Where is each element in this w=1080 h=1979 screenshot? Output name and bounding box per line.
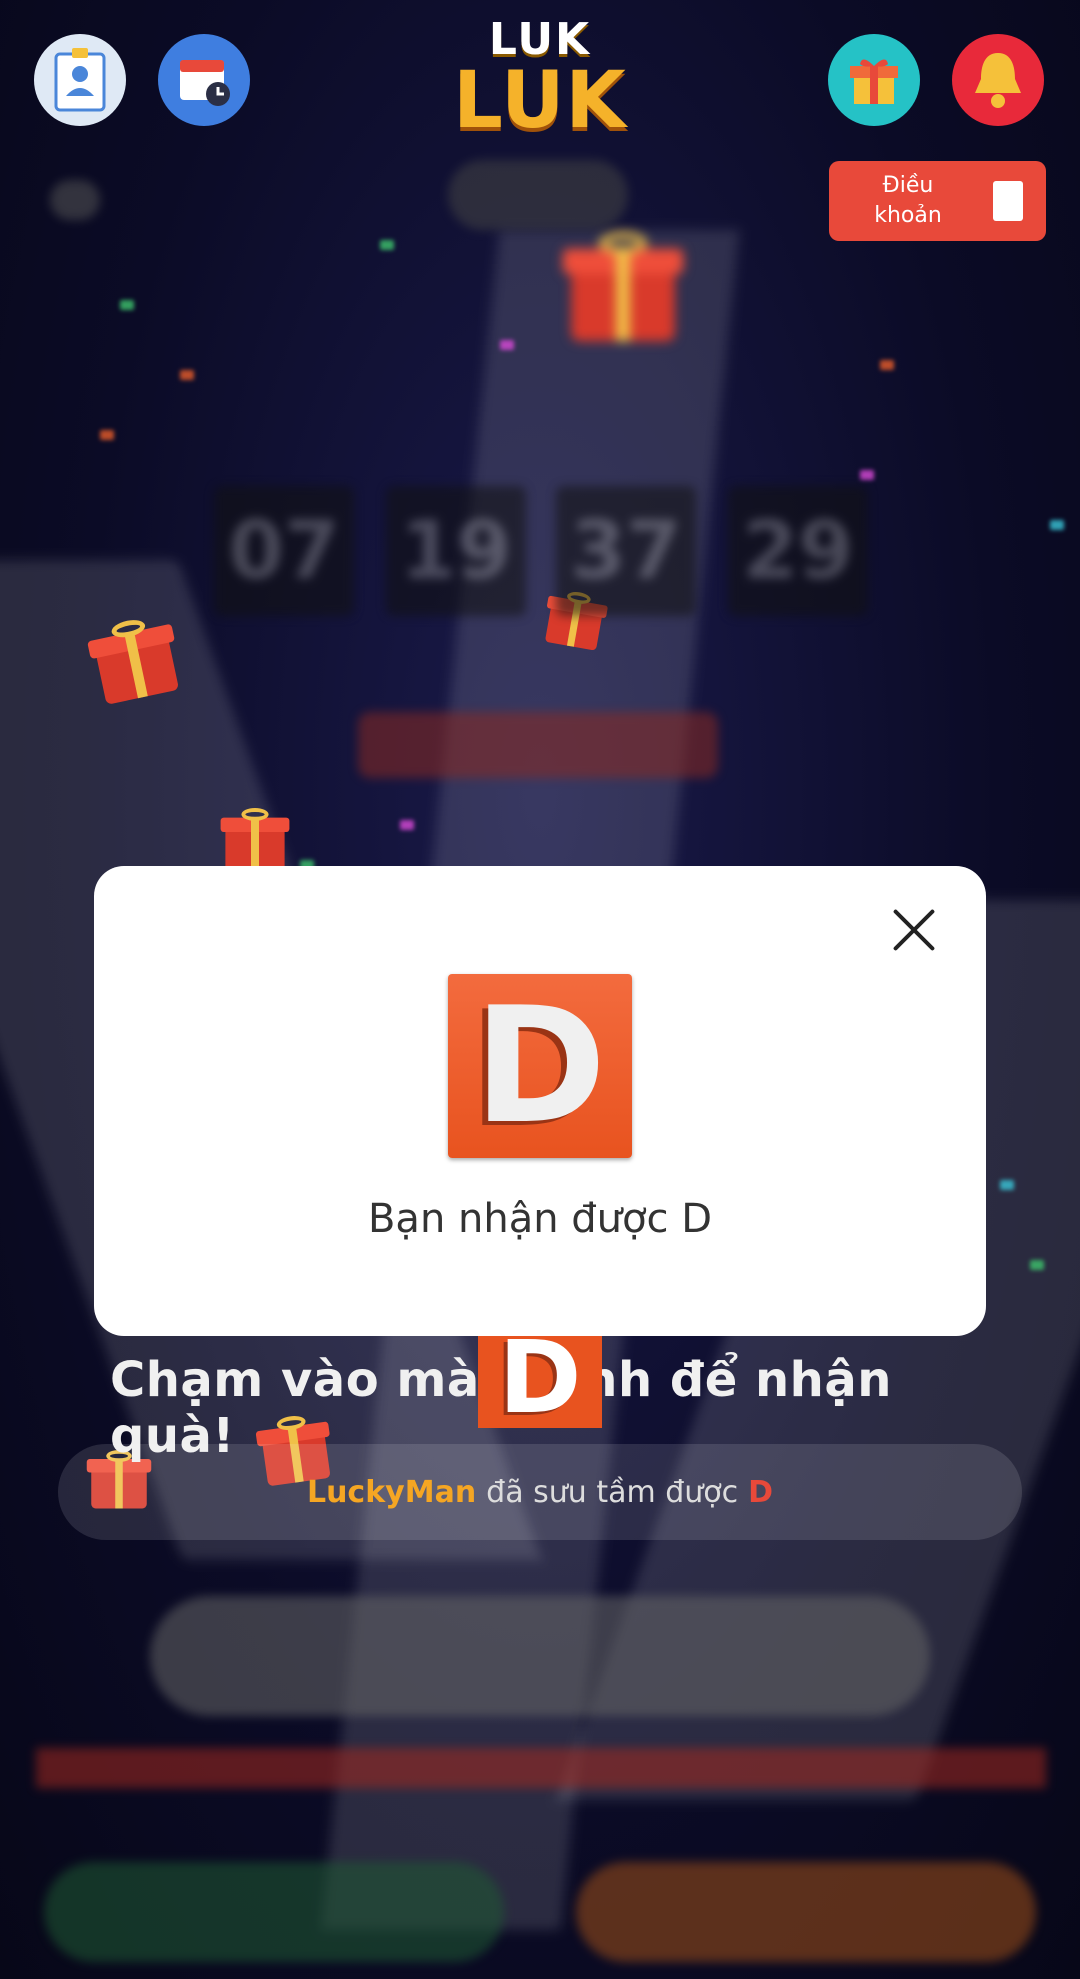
- reward-dialog: D Bạn nhận được D: [94, 866, 986, 1336]
- terms-label-line2: khoản: [874, 203, 942, 228]
- countdown-days: 07: [214, 486, 354, 616]
- reward-letter: D: [473, 972, 607, 1159]
- blurred-wide-button: [150, 1596, 930, 1716]
- back-arrow-icon: [50, 180, 100, 220]
- countdown-hours: 19: [386, 486, 526, 616]
- terms-button[interactable]: Điều khoản: [829, 161, 1046, 241]
- document-icon: [993, 181, 1023, 221]
- notification-button[interactable]: [952, 34, 1044, 126]
- countdown-seconds: 29: [728, 486, 868, 616]
- reward-message: Bạn nhận được D: [367, 1196, 713, 1242]
- profile-card-icon: [54, 48, 106, 112]
- gift-icon: [850, 59, 898, 104]
- profile-button[interactable]: [34, 34, 126, 126]
- ticker-letter: D: [748, 1474, 774, 1510]
- bell-icon: [975, 53, 1021, 108]
- blurred-pill-button: [358, 712, 718, 778]
- countdown-minutes: 37: [556, 486, 696, 616]
- gift-button[interactable]: [828, 34, 920, 126]
- terms-label: Điều khoản: [843, 171, 973, 231]
- blurred-red-bar: [36, 1748, 1046, 1788]
- collection-ticker: LuckyMan đã sưu tầm được D: [58, 1444, 1022, 1540]
- ticker-username: LuckyMan: [306, 1474, 477, 1510]
- app-logo: LUK LUK: [440, 18, 640, 146]
- calendar-clock-icon: [180, 60, 230, 106]
- ticker-message: đã sưu tầm được: [486, 1474, 739, 1510]
- collected-letter-tile: D: [478, 1328, 602, 1428]
- blurred-orange-button: [576, 1862, 1036, 1962]
- calendar-button[interactable]: [158, 34, 250, 126]
- terms-label-line1: Điều: [882, 173, 934, 198]
- lives-pill: [448, 160, 628, 230]
- reward-letter-tile: D: [448, 974, 632, 1158]
- blurred-green-button: [44, 1862, 504, 1962]
- close-icon[interactable]: [890, 906, 938, 954]
- logo-bottom-text: LUK: [453, 56, 627, 146]
- collected-letter: D: [498, 1319, 582, 1436]
